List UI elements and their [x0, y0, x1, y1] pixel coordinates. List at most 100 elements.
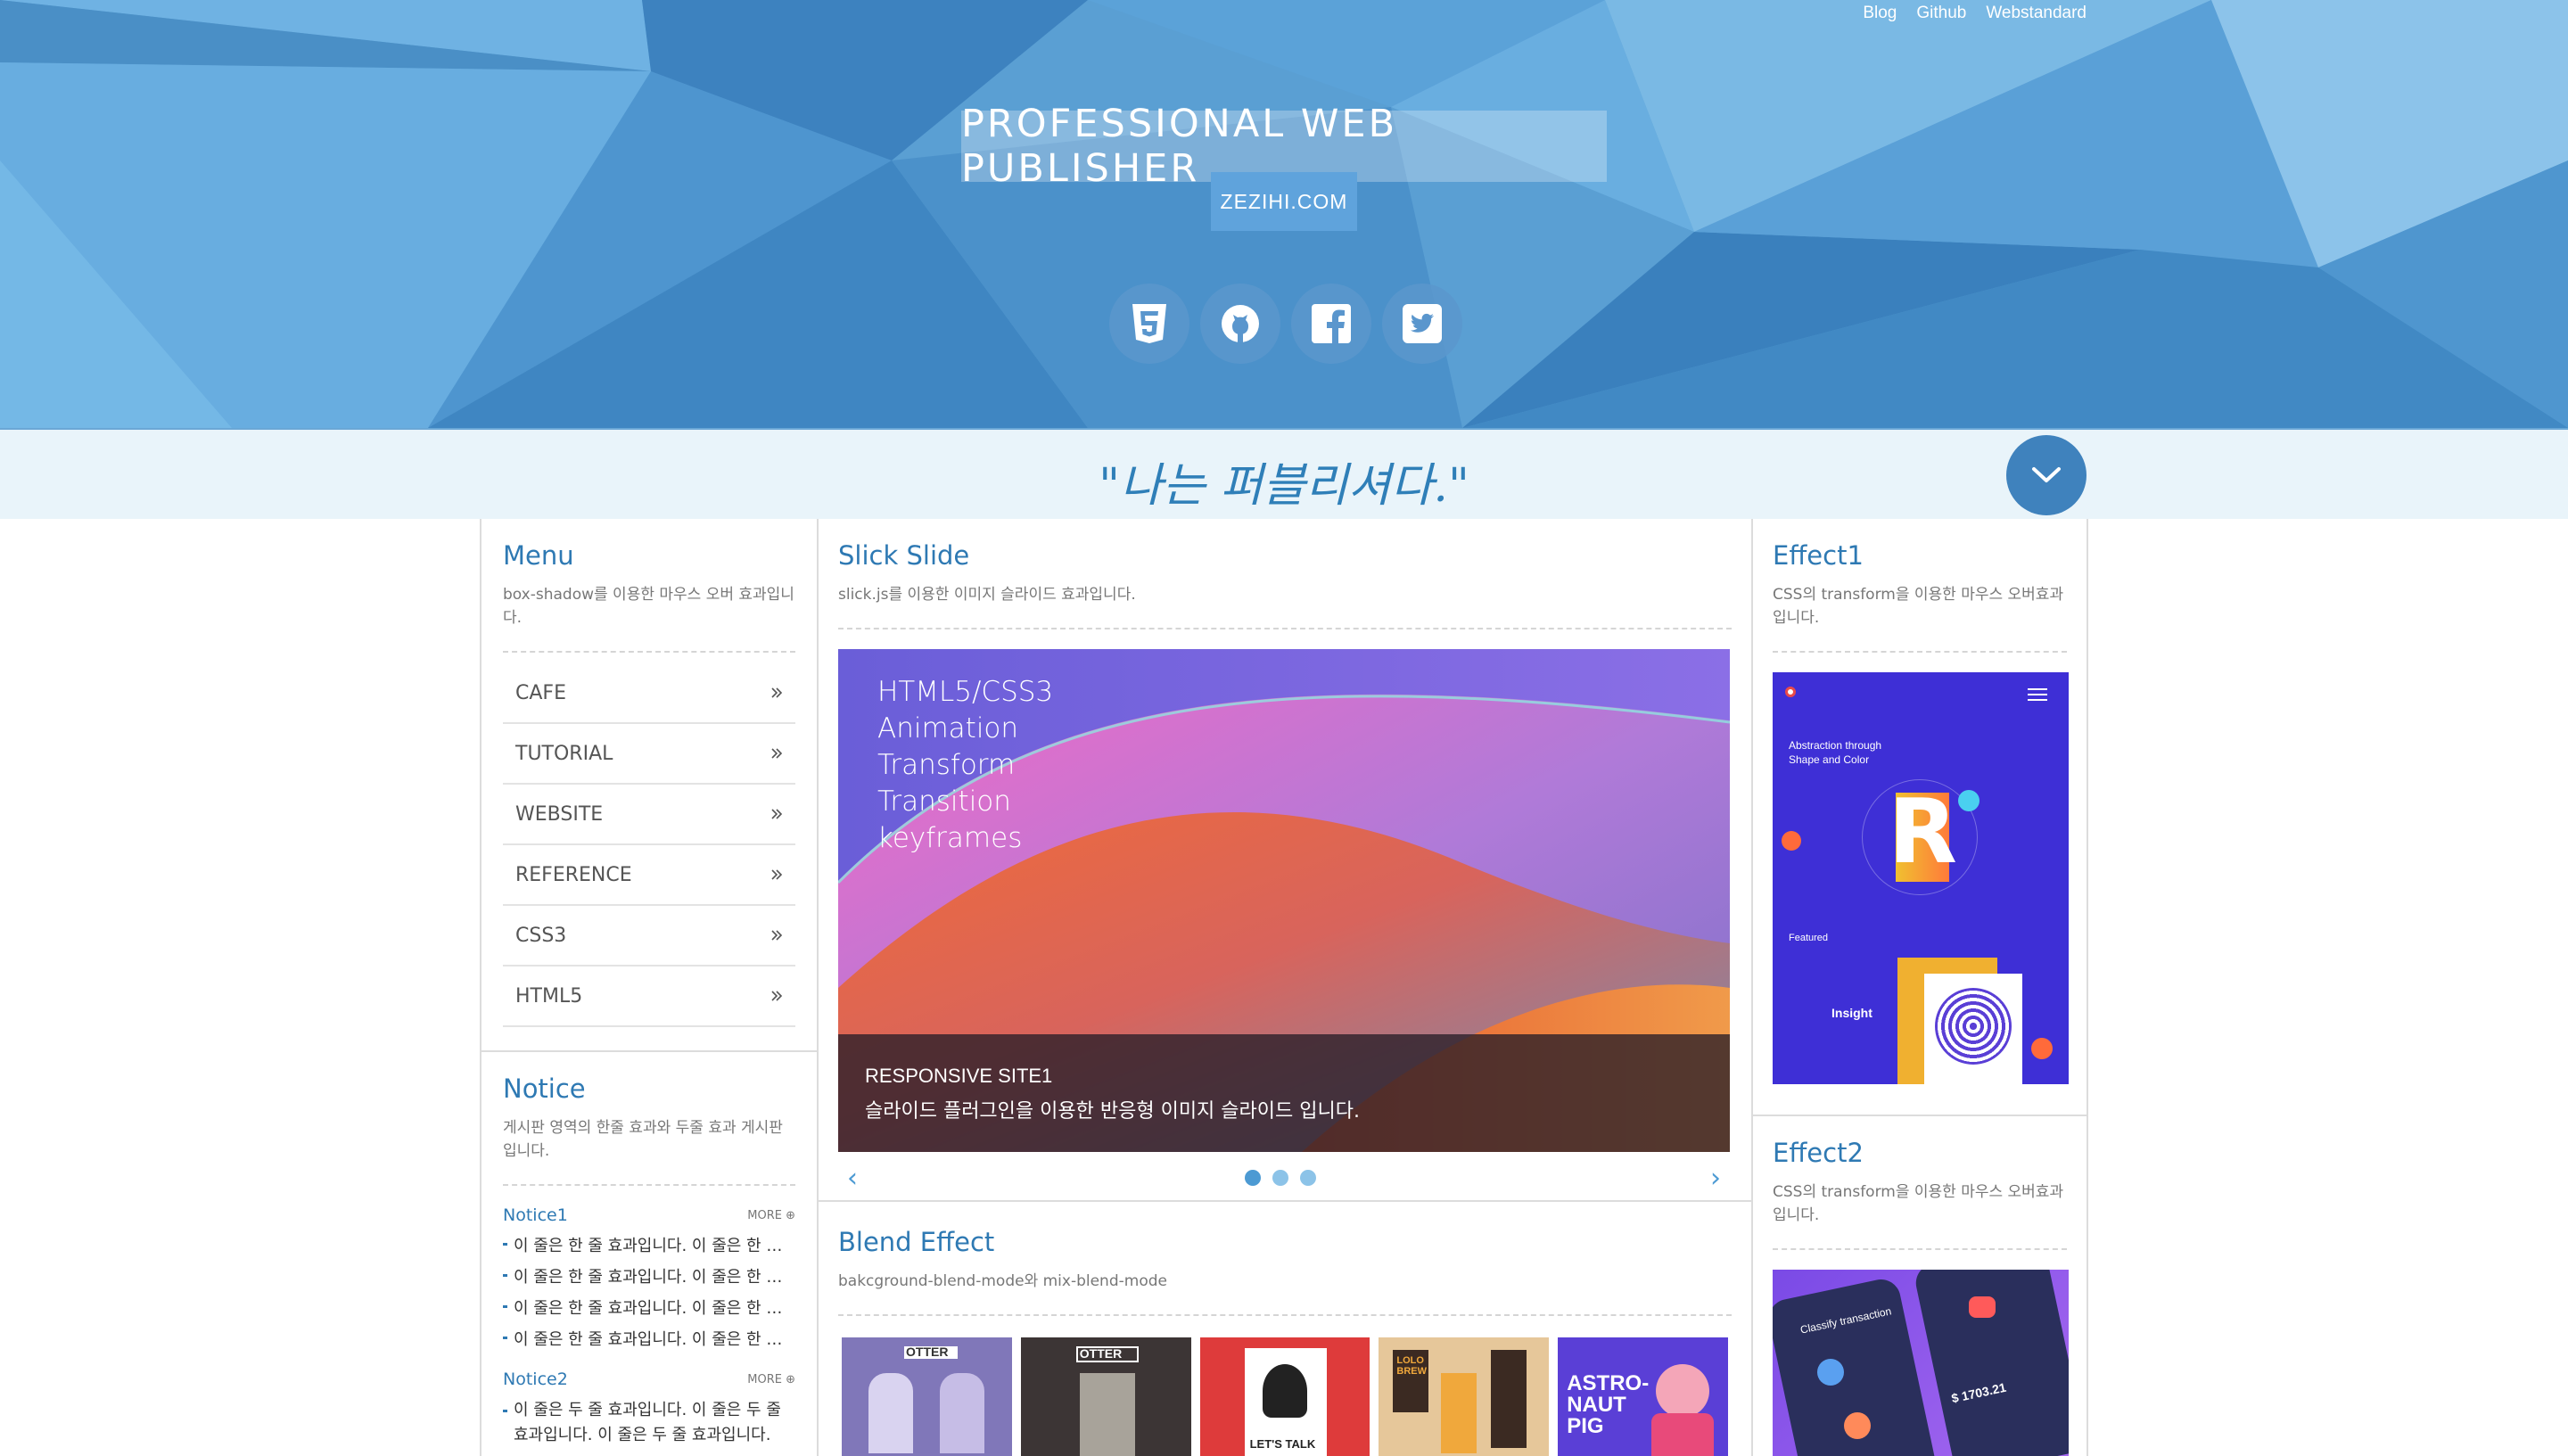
- prev-arrow-icon[interactable]: ‹: [847, 1163, 858, 1194]
- menu-item-label: WEBSITE: [515, 802, 604, 826]
- slider-dot-1[interactable]: [1245, 1170, 1261, 1186]
- blend-item-letstalk[interactable]: LET'S TALK: [1199, 1337, 1370, 1456]
- divider: [503, 651, 795, 653]
- divider: [1773, 1248, 2067, 1250]
- decor-pattern: [1935, 988, 2012, 1065]
- blend-item-otter2[interactable]: OTTER: [1020, 1337, 1191, 1456]
- divider: [503, 1184, 795, 1186]
- slick-title: Slick Slide: [838, 540, 970, 571]
- poster-figure: [940, 1373, 984, 1453]
- hamburger-icon: [2028, 688, 2047, 690]
- double-chevron-right-icon: [771, 991, 783, 1001]
- blend-gallery: OTTER OTTER LET'S TALK LOLO BREW ASTRO-N…: [838, 1337, 1732, 1456]
- title-box: PROFESSIONAL WEB PUBLISHER: [961, 102, 1607, 191]
- effect2-image[interactable]: Classify transaction $ 1703.21: [1773, 1270, 2069, 1456]
- list-item[interactable]: 이 줄은 한 줄 효과입니다. 이 줄은 한 줄 효과입니다.: [503, 1233, 795, 1256]
- list-item[interactable]: 이 줄은 두 줄 효과입니다. 이 줄은 두 줄 효과입니다. 이 줄은 두 줄…: [503, 1398, 795, 1448]
- effect2-section: Effect2 CSS의 transform을 이용한 마우스 오버효과 입니다…: [1753, 1115, 2086, 1456]
- notice1-more-link[interactable]: MORE ⊕: [747, 1209, 795, 1222]
- right-column: Effect1 CSS의 transform을 이용한 마우스 오버효과 입니다…: [1751, 519, 2088, 1456]
- blend-item-astronaut[interactable]: ASTRO-NAUT PIG: [1558, 1337, 1728, 1456]
- menu-item-website[interactable]: WEBSITE: [503, 785, 795, 845]
- chevron-down-icon: [2032, 467, 2061, 482]
- slider-dot-2[interactable]: [1272, 1170, 1288, 1186]
- github-button[interactable]: [1200, 284, 1280, 364]
- effect2-title: Effect2: [1773, 1138, 1864, 1168]
- link-blog[interactable]: Blog: [1863, 4, 1897, 23]
- next-arrow-icon[interactable]: ›: [1710, 1163, 1721, 1194]
- menu-item-css3[interactable]: CSS3: [503, 906, 795, 967]
- notice-title: Notice: [503, 1073, 586, 1104]
- poster-figure: [1651, 1413, 1715, 1456]
- image-slider[interactable]: HTML5/CSS3 Animation Transform Transitio…: [838, 649, 1730, 1152]
- notice2-more-link[interactable]: MORE ⊕: [747, 1373, 795, 1386]
- blend-item-otter1[interactable]: OTTER: [842, 1337, 1012, 1456]
- twitter-icon: [1403, 304, 1442, 343]
- decor-dot: [1844, 1412, 1871, 1439]
- double-chevron-right-icon: [771, 809, 783, 819]
- poster-figure: [1262, 1364, 1307, 1418]
- slide-text: HTML5/CSS3 Animation Transform Transitio…: [877, 674, 1053, 857]
- html5-button[interactable]: [1109, 284, 1189, 364]
- blend-title: Blend Effect: [838, 1227, 995, 1257]
- slide-line: Transition: [877, 786, 1011, 818]
- caption-text: 슬라이드 플러그인을 이용한 반응형 이미지 슬라이드 입니다.: [865, 1100, 1360, 1123]
- blend-section: Blend Effect bakcground-blend-mode와 mix-…: [819, 1200, 1751, 1456]
- slide-caption: RESPONSIVE SITE1 슬라이드 플러그인을 이용한 반응형 이미지 …: [838, 1034, 1730, 1152]
- image-text: Featured: [1789, 933, 1829, 943]
- double-chevron-right-icon: [771, 869, 783, 880]
- list-item[interactable]: 이 줄은 한 줄 효과입니다. 이 줄은 한 줄 효과입니다.: [503, 1327, 795, 1350]
- blend-item-lolobrew[interactable]: LOLO BREW: [1379, 1337, 1550, 1456]
- effect1-image[interactable]: Abstraction through Shape and Color R Fe…: [1773, 672, 2069, 1084]
- plus-circle-icon: ⊕: [786, 1372, 795, 1386]
- decor-dot: [1782, 831, 1801, 851]
- link-webstandard[interactable]: Webstandard: [1986, 4, 2086, 23]
- image-text: Abstraction through: [1789, 739, 1882, 752]
- menu-item-label: HTML5: [515, 984, 583, 1008]
- menu-list: CAFE TUTORIAL WEBSITE REFERENCE CSS3 HTM…: [503, 663, 795, 1027]
- divider: [838, 1314, 1732, 1316]
- slide-line: Animation: [877, 712, 1019, 744]
- menu-item-html5[interactable]: HTML5: [503, 967, 795, 1027]
- notice-desc: 게시판 영역의 한줄 효과와 두줄 효과 게시판입니다.: [503, 1119, 783, 1160]
- poster-label: OTTER: [906, 1345, 949, 1359]
- site-badge[interactable]: ZEZIHI.COM: [1211, 172, 1357, 231]
- poster-label: OTTER: [1079, 1346, 1123, 1361]
- effect1-heading: Abstraction through Shape and Color: [1789, 738, 1881, 767]
- list-item[interactable]: 이 줄은 한 줄 효과입니다. 이 줄은 한 줄 효과입니다.: [503, 1296, 795, 1319]
- decor-chip: [1969, 1296, 1996, 1318]
- decor-dot: [1958, 790, 1980, 811]
- facebook-button[interactable]: [1291, 284, 1371, 364]
- divider: [1773, 651, 2067, 653]
- html5-icon: [1132, 304, 1166, 343]
- slider-nav: ‹ ›: [838, 1152, 1730, 1200]
- facebook-icon: [1312, 304, 1351, 344]
- letter-r: R: [1889, 779, 1958, 884]
- menu-item-label: REFERENCE: [515, 863, 632, 886]
- menu-item-label: CAFE: [515, 681, 566, 704]
- blend-desc: bakcground-blend-mode와 mix-blend-mode: [838, 1272, 1167, 1290]
- left-column: Menu box-shadow를 이용한 마우스 오버 효과입니다. CAFE …: [480, 519, 819, 1456]
- menu-item-tutorial[interactable]: TUTORIAL: [503, 724, 795, 785]
- menu-title: Menu: [503, 540, 574, 571]
- slider-dots: [1245, 1170, 1316, 1186]
- more-label: MORE: [747, 1208, 782, 1222]
- more-label: MORE: [747, 1372, 782, 1386]
- scroll-down-button[interactable]: [2006, 435, 2086, 515]
- slide-line: keyframes: [877, 822, 1023, 854]
- poster-label: LOLO BREW: [1396, 1355, 1427, 1377]
- link-github[interactable]: Github: [1916, 4, 1966, 23]
- twitter-button[interactable]: [1382, 284, 1462, 364]
- logo-dot: [1785, 687, 1796, 697]
- list-item[interactable]: 이 줄은 한 줄 효과입니다. 이 줄은 한 줄 효과입니다.: [503, 1264, 795, 1287]
- effect2-desc: CSS의 transform을 이용한 마우스 오버효과 입니다.: [1773, 1183, 2064, 1224]
- poster-can: [1491, 1350, 1527, 1448]
- notice2-label[interactable]: Notice2: [503, 1370, 568, 1389]
- notice1-label[interactable]: Notice1: [503, 1205, 568, 1225]
- poster-label: ASTRO-NAUT PIG: [1567, 1371, 1650, 1438]
- menu-item-reference[interactable]: REFERENCE: [503, 845, 795, 906]
- slider-dot-3[interactable]: [1300, 1170, 1316, 1186]
- menu-item-cafe[interactable]: CAFE: [503, 663, 795, 724]
- effect1-title: Effect1: [1773, 540, 1864, 571]
- notice2-header: Notice2 MORE ⊕: [503, 1370, 795, 1389]
